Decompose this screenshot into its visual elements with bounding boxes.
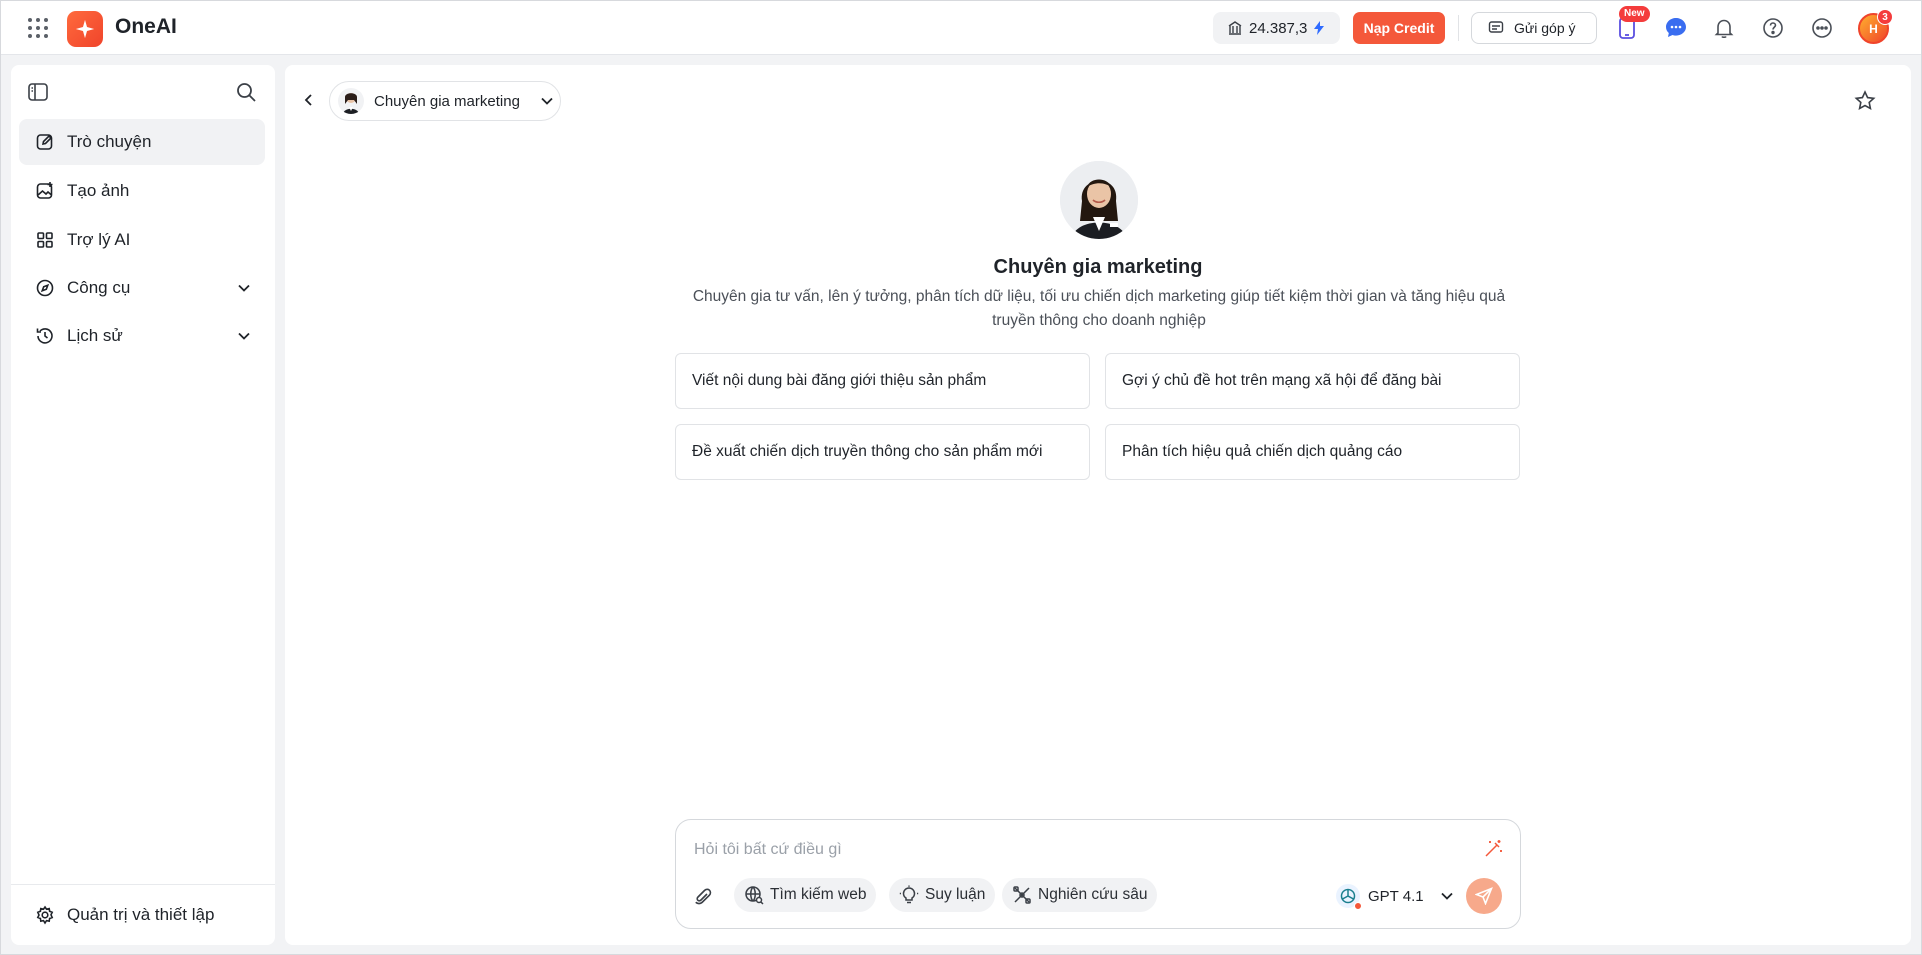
globe-search-icon [745, 886, 764, 905]
sidebar-item-label: Lịch sử [67, 326, 123, 345]
notification-count-badge: 3 [1877, 9, 1893, 25]
sidebar-item-create-image[interactable]: Tạo ảnh [19, 168, 265, 214]
gear-icon [36, 905, 54, 925]
feedback-icon [1488, 21, 1504, 33]
sidebar-item-label: Trò chuyện [67, 132, 152, 151]
chevron-down-icon[interactable] [235, 327, 253, 345]
main-panel: Chuyên gia marketing Chuyên gia marketin… [285, 65, 1911, 945]
persona-avatar [338, 88, 364, 114]
favorite-star-icon[interactable] [1853, 89, 1877, 113]
oneai-logo[interactable] [67, 11, 103, 47]
user-initials: H [1869, 21, 1878, 36]
suggestion-card[interactable]: Gợi ý chủ đề hot trên mạng xã hội để đăn… [1105, 353, 1520, 409]
suggestion-card[interactable]: Phân tích hiệu quả chiến dịch quảng cáo [1105, 424, 1520, 480]
feedback-label: Gửi góp ý [1514, 20, 1576, 36]
top-bar: OneAI 24.387,3 Nạp Credit Gửi góp ý New … [1, 1, 1921, 55]
persona-description: Chuyên gia tư vấn, lên ý tưởng, phân tíc… [692, 288, 1506, 329]
sidebar-item-label: Tạo ảnh [67, 181, 130, 200]
sidebar-item-ai-assistant[interactable]: Trợ lý AI [19, 217, 265, 263]
magic-wand-icon[interactable] [1482, 838, 1504, 860]
topup-credit-button[interactable]: Nạp Credit [1353, 12, 1445, 44]
suggestion-card[interactable]: Viết nội dung bài đăng giới thiệu sản ph… [675, 353, 1090, 409]
deep-research-toggle[interactable]: Nghiên cứu sâu [1002, 878, 1158, 912]
apps-grid-icon[interactable] [27, 17, 49, 39]
sidebar-item-tools[interactable]: Công cụ [19, 265, 265, 311]
brand-name: OneAI [115, 15, 177, 38]
persona-selector[interactable]: Chuyên gia marketing [329, 81, 561, 121]
reasoning-toggle[interactable]: Suy luận [889, 878, 996, 912]
credit-balance[interactable]: 24.387,3 [1213, 12, 1340, 44]
bell-icon[interactable] [1710, 14, 1738, 42]
image-add-icon [36, 182, 53, 199]
chevron-down-icon [541, 97, 553, 105]
history-icon [36, 328, 53, 344]
web-search-label: Tìm kiếm web [770, 886, 867, 903]
chat-composer: Tìm kiếm web Suy luận Nghiên cứu sâu GPT… [675, 819, 1521, 929]
feedback-button[interactable]: Gửi góp ý [1471, 12, 1597, 44]
gpt-model-icon [1336, 884, 1362, 910]
bank-icon [1228, 21, 1242, 35]
settings-button[interactable]: Quản trị và thiết lập [19, 895, 265, 935]
model-selector[interactable]: GPT 4.1 [1336, 882, 1456, 910]
send-button[interactable] [1466, 878, 1502, 914]
persona-name: Chuyên gia marketing [374, 92, 520, 110]
deep-research-label: Nghiên cứu sâu [1038, 886, 1148, 903]
edit-icon [36, 134, 53, 150]
settings-label: Quản trị và thiết lập [67, 905, 215, 924]
sidebar-item-label: Trợ lý AI [67, 230, 131, 249]
chat-input[interactable] [694, 838, 1454, 862]
grid-icon [37, 232, 53, 248]
compass-icon [36, 279, 54, 297]
paperclip-icon[interactable] [692, 886, 714, 908]
web-search-toggle[interactable]: Tìm kiếm web [734, 878, 877, 912]
sidebar-item-history[interactable]: Lịch sử [19, 313, 265, 359]
back-arrow-icon[interactable] [301, 92, 317, 108]
atom-icon [1013, 886, 1031, 904]
sidebar-toggle-icon[interactable] [27, 81, 49, 103]
chevron-down-icon[interactable] [235, 279, 253, 297]
suggestion-card[interactable]: Đề xuất chiến dịch truyền thông cho sản … [675, 424, 1090, 480]
sidebar-divider [11, 884, 275, 885]
sidebar: Trò chuyện Tạo ảnh Trợ lý AI Công cụ Lịc… [11, 65, 275, 945]
chat-bubble-icon[interactable] [1662, 14, 1690, 42]
search-icon[interactable] [235, 81, 257, 103]
divider [1458, 15, 1459, 41]
send-icon [1475, 887, 1493, 905]
new-badge: New [1619, 6, 1650, 22]
sidebar-item-chat[interactable]: Trò chuyện [19, 119, 265, 165]
sidebar-item-label: Công cụ [67, 278, 131, 297]
more-options-icon[interactable] [1808, 14, 1836, 42]
help-icon[interactable] [1759, 14, 1787, 42]
persona-hero-avatar [1060, 161, 1138, 239]
lightbulb-icon [899, 885, 919, 904]
credit-amount: 24.387,3 [1249, 19, 1308, 37]
chevron-down-icon [1440, 892, 1453, 900]
lightning-icon [1314, 21, 1325, 35]
persona-title: Chuyên gia marketing [993, 256, 1203, 278]
reasoning-label: Suy luận [925, 886, 986, 903]
model-name: GPT 4.1 [1368, 887, 1424, 905]
